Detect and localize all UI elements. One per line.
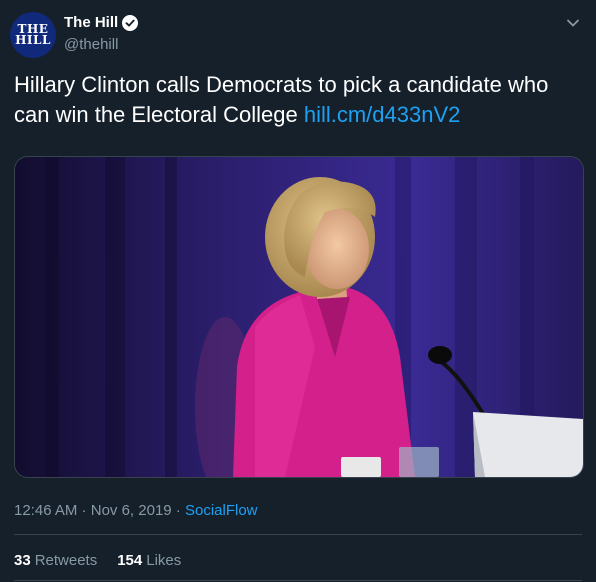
likes-stat[interactable]: 154 Likes: [117, 552, 181, 569]
retweets-count: 33: [14, 552, 31, 569]
tweet-stats: 33 Retweets 154 Likes: [14, 552, 181, 569]
avatar-logo-line2: HILL: [15, 33, 51, 47]
photo-illustration: [15, 157, 583, 477]
tweet-link[interactable]: hill.cm/d433nV2: [304, 102, 461, 127]
retweets-label: Retweets: [34, 552, 98, 569]
tweet-body: Hillary Clinton calls Democrats to pick …: [14, 72, 549, 127]
avatar[interactable]: THE HILL: [10, 12, 56, 58]
author-name[interactable]: The Hill: [64, 14, 118, 31]
author-handle[interactable]: @thehill: [64, 36, 118, 53]
divider: [14, 534, 582, 535]
author-name-row: The Hill: [64, 14, 139, 31]
tweet-time[interactable]: 12:46 AM: [14, 502, 77, 519]
meta-separator: ·: [171, 502, 185, 519]
chevron-down-icon[interactable]: [564, 14, 582, 32]
meta-separator: ·: [77, 502, 91, 519]
verified-badge-icon: [122, 14, 139, 31]
retweets-stat[interactable]: 33 Retweets: [14, 552, 97, 569]
tweet-card[interactable]: THE HILL The Hill @thehill Hillary Clint…: [0, 0, 596, 582]
likes-label: Likes: [146, 552, 182, 569]
divider: [14, 580, 582, 581]
likes-count: 154: [117, 552, 143, 569]
tweet-date[interactable]: Nov 6, 2019: [91, 502, 172, 519]
tweet-text: Hillary Clinton calls Democrats to pick …: [14, 70, 584, 130]
tweet-source[interactable]: SocialFlow: [185, 502, 258, 519]
tweet-meta: 12:46 AM · Nov 6, 2019 · SocialFlow: [14, 502, 258, 519]
tweet-photo[interactable]: [14, 156, 584, 478]
